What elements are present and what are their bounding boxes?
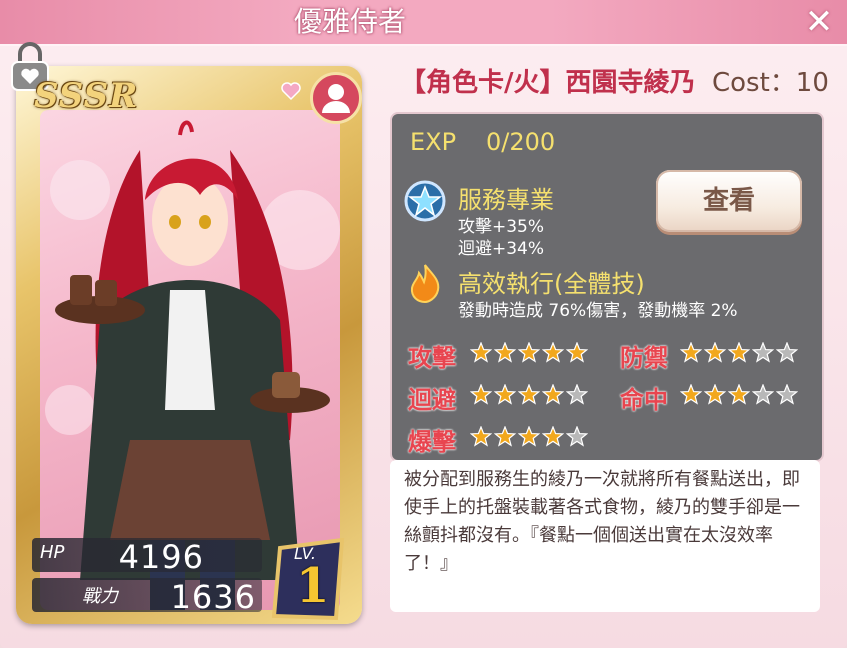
star-empty-icon xyxy=(776,384,798,405)
star-filled-icon xyxy=(518,342,540,363)
star-filled-icon xyxy=(542,426,564,447)
star-filled-icon xyxy=(494,426,516,447)
title-bar: 優雅侍者 ✕ xyxy=(0,0,847,46)
profile-icon[interactable] xyxy=(310,72,362,124)
star-filled-icon xyxy=(680,342,702,363)
star-filled-icon xyxy=(518,384,540,405)
attr-label-critical: 爆擊 xyxy=(408,428,456,456)
info-panel: EXP 0/200 服務專業 攻擊+35% 迴避+34% 查看 高效執行(全體技… xyxy=(390,112,824,462)
star-filled-icon xyxy=(470,342,492,363)
attr-label-attack: 攻擊 xyxy=(408,344,456,372)
skill-2-name: 高效執行(全體技) xyxy=(458,270,645,298)
rarity-label: SSSR xyxy=(34,76,139,116)
hp-value: 4196 xyxy=(118,538,204,576)
attr-label-evasion: 迴避 xyxy=(408,386,456,414)
power-row: 戰力 1636 xyxy=(32,578,262,616)
star-filled-icon xyxy=(680,384,702,405)
attr-label-defense: 防禦 xyxy=(620,344,668,372)
star-filled-icon xyxy=(542,342,564,363)
exp-value: 0/200 xyxy=(486,128,556,156)
hp-row: HP 4196 xyxy=(32,538,262,576)
star-filled-icon xyxy=(728,342,750,363)
star-empty-icon xyxy=(566,426,588,447)
character-cost: Cost：10 xyxy=(712,68,829,98)
star-filled-icon xyxy=(728,384,750,405)
stars-defense xyxy=(680,342,800,364)
star-filled-icon xyxy=(704,384,726,405)
description-panel: 被分配到服務生的綾乃一次就將所有餐點送出，即使手上的托盤裝載著各式食物，綾乃的雙… xyxy=(390,460,820,612)
view-button[interactable]: 查看 xyxy=(656,170,802,232)
attr-label-accuracy: 命中 xyxy=(620,386,668,414)
star-filled-icon xyxy=(494,384,516,405)
person-icon xyxy=(322,84,350,113)
star-filled-icon xyxy=(470,384,492,405)
exp-label: EXP xyxy=(410,128,457,156)
level-badge: LV. 1 xyxy=(270,537,352,622)
close-icon[interactable]: ✕ xyxy=(803,5,835,39)
star-filled-icon xyxy=(518,426,540,447)
description-text: 被分配到服務生的綾乃一次就將所有餐點送出，即使手上的托盤裝載著各式食物，綾乃的雙… xyxy=(404,469,800,574)
star-filled-icon xyxy=(704,342,726,363)
heart-icon xyxy=(281,82,301,101)
star-filled-icon xyxy=(566,342,588,363)
character-illustration xyxy=(45,120,340,610)
stars-evasion xyxy=(470,384,590,406)
star-empty-icon xyxy=(566,384,588,405)
star-filled-icon xyxy=(494,342,516,363)
star-filled-icon xyxy=(470,426,492,447)
skill-1-line2: 迴避+34% xyxy=(458,239,545,259)
character-art xyxy=(40,110,340,610)
star-badge-icon xyxy=(404,180,446,222)
hp-label: HP xyxy=(40,542,65,563)
character-name: 【角色卡/火】西園寺綾乃 xyxy=(400,68,696,98)
dialog-title: 優雅侍者 xyxy=(293,5,406,38)
stars-accuracy xyxy=(680,384,800,406)
skill-2-line1: 發動時造成 76%傷害，發動機率 2% xyxy=(458,301,738,321)
skill-1-name: 服務專業 xyxy=(458,186,554,214)
star-empty-icon xyxy=(752,384,774,405)
star-filled-icon xyxy=(542,384,564,405)
power-label: 戰力 xyxy=(82,586,118,607)
power-value: 1636 xyxy=(170,578,256,616)
stars-attack xyxy=(470,342,590,364)
star-empty-icon xyxy=(752,342,774,363)
flame-icon xyxy=(410,264,440,304)
star-empty-icon xyxy=(776,342,798,363)
level-value: 1 xyxy=(296,558,330,614)
stars-critical xyxy=(470,426,590,448)
